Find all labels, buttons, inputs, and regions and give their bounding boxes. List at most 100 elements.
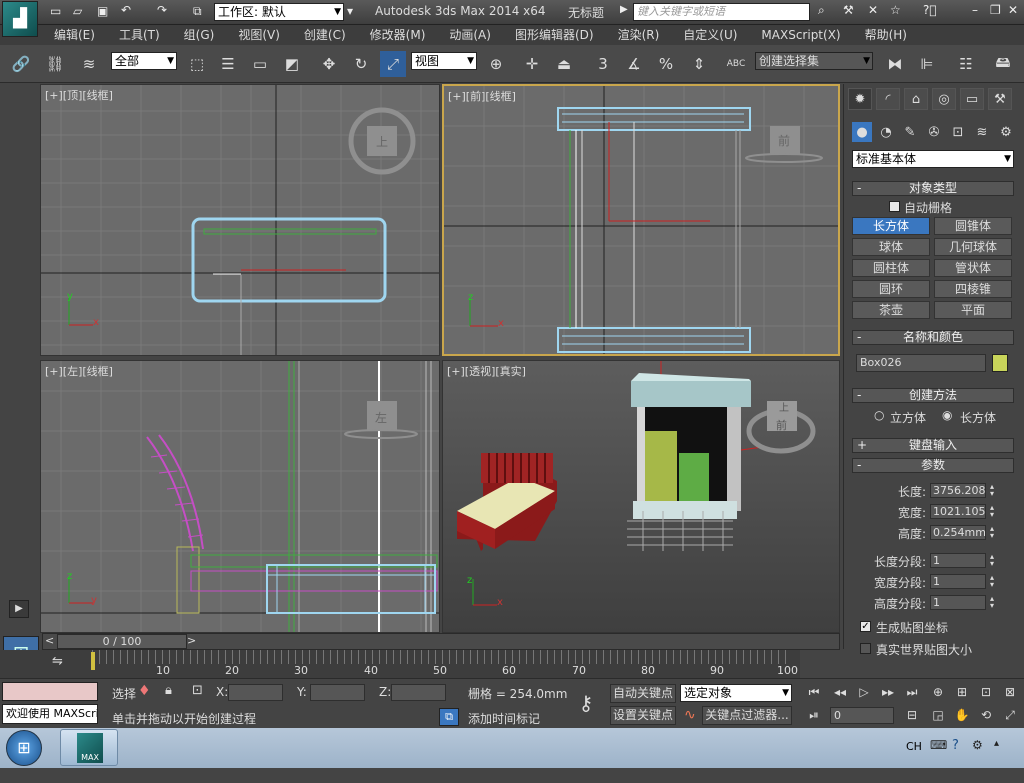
time-next-icon[interactable]: > bbox=[187, 634, 196, 647]
menu-edit[interactable]: 编辑(E) bbox=[42, 25, 107, 45]
tube-button[interactable]: 管状体 bbox=[934, 259, 1012, 277]
viewport-front-label[interactable]: [+][前][线框] bbox=[448, 88, 516, 104]
shapes-icon[interactable]: ◔ bbox=[876, 122, 896, 142]
modify-tab-icon[interactable]: ◜ bbox=[876, 88, 900, 110]
geosphere-button[interactable]: 几何球体 bbox=[934, 238, 1012, 256]
mini-curve-icon[interactable]: ⇋ bbox=[52, 654, 72, 672]
undo-icon[interactable]: ↶ bbox=[121, 3, 131, 17]
help-icon[interactable]: ?⃝ bbox=[923, 3, 937, 17]
workspace-dropdown[interactable]: 工作区: 默认 bbox=[214, 3, 344, 21]
autogrid-checkbox[interactable] bbox=[889, 201, 900, 212]
menu-help[interactable]: 帮助(H) bbox=[853, 25, 919, 45]
length-spinner-icon[interactable]: ▴ ▾ bbox=[988, 483, 996, 498]
start-button-icon[interactable]: ⊞ bbox=[6, 730, 42, 766]
geometry-icon[interactable]: ● bbox=[852, 122, 872, 142]
y-coord-field[interactable] bbox=[310, 684, 365, 701]
ref-coord-dropdown[interactable]: 视图 bbox=[411, 52, 477, 70]
keyboard-entry-rollout-header[interactable]: + 键盘输入 bbox=[852, 438, 1014, 453]
setkey-button[interactable]: 设置关键点 bbox=[610, 706, 676, 725]
time-prev-icon[interactable]: < bbox=[45, 634, 54, 647]
link-icon[interactable]: 🔗 bbox=[8, 51, 34, 77]
tray-expand-icon[interactable]: ▴ bbox=[994, 738, 999, 749]
viewcube-front-label[interactable]: 前 bbox=[778, 132, 790, 149]
next-frame-icon[interactable]: ▸▸ bbox=[878, 683, 898, 701]
binoculars-icon[interactable]: ⌕ bbox=[818, 3, 825, 18]
viewcube-persp-top-label[interactable]: 上 bbox=[779, 399, 789, 414]
length-segs-field[interactable]: 1 bbox=[930, 553, 986, 568]
real-world-checkbox[interactable] bbox=[860, 643, 871, 654]
goto-start-icon[interactable]: ⏮ bbox=[804, 683, 824, 701]
render-setup-icon[interactable]: 🖴 bbox=[990, 51, 1016, 77]
select-object-icon[interactable]: ⬚ bbox=[184, 51, 210, 77]
save-icon[interactable]: ▣ bbox=[97, 4, 108, 18]
menu-animation[interactable]: 动画(A) bbox=[437, 25, 503, 45]
display-tab-icon[interactable]: ▭ bbox=[960, 88, 984, 110]
selection-filter-dropdown[interactable]: 全部 bbox=[111, 52, 177, 70]
teapot-button[interactable]: 茶壶 bbox=[852, 301, 930, 319]
rect-selection-icon[interactable]: ▭ bbox=[247, 51, 273, 77]
lights-icon[interactable]: ✎ bbox=[900, 122, 920, 142]
z-coord-field[interactable] bbox=[391, 684, 446, 701]
key-mode-icon[interactable]: ⏯ bbox=[804, 706, 824, 724]
gen-map-checkbox[interactable]: ✓ bbox=[860, 621, 871, 632]
minimize-icon[interactable]: – bbox=[972, 3, 978, 17]
expand-arrow-icon[interactable]: ▶ bbox=[9, 600, 29, 618]
x-coord-field[interactable] bbox=[228, 684, 283, 701]
box-radio-icon[interactable]: ◉ bbox=[942, 408, 952, 422]
set-key-mode-icon[interactable]: ⚷ bbox=[566, 685, 606, 723]
pivot-center-icon[interactable]: ⊕ bbox=[483, 51, 509, 77]
box-button[interactable]: 长方体 bbox=[852, 217, 930, 235]
redo-icon[interactable]: ↷ bbox=[157, 3, 167, 17]
menu-tools[interactable]: 工具(T) bbox=[107, 25, 172, 45]
qat-menu-icon[interactable]: ▾ bbox=[347, 4, 353, 18]
width-segs-spinner-icon[interactable]: ▴ ▾ bbox=[988, 574, 996, 589]
viewport-perspective-label[interactable]: [+][透视][真实] bbox=[447, 363, 526, 379]
zoom-extents-all-icon[interactable]: ⊠ bbox=[1000, 683, 1020, 701]
plane-button[interactable]: 平面 bbox=[934, 301, 1012, 319]
spinner-snap-icon[interactable]: ⇕ bbox=[686, 51, 712, 77]
frame-indicator[interactable] bbox=[91, 652, 95, 670]
viewcube-persp-front-label[interactable]: 前 bbox=[776, 417, 787, 433]
maxscript-listener[interactable]: 欢迎使用 MAXScri bbox=[2, 704, 98, 724]
key-target-dropdown[interactable]: 选定对象 bbox=[680, 684, 792, 702]
width-segs-field[interactable]: 1 bbox=[930, 574, 986, 589]
spacewarps-icon[interactable]: ≋ bbox=[972, 122, 992, 142]
category-dropdown[interactable]: 标准基本体 bbox=[852, 150, 1014, 168]
taskbar-3dsmax-app[interactable]: MAX bbox=[60, 729, 118, 766]
move-icon[interactable]: ✥ bbox=[316, 51, 342, 77]
maximize-viewport-icon[interactable]: ⤢ bbox=[1000, 706, 1020, 724]
window-crossing-icon[interactable]: ◩ bbox=[279, 51, 305, 77]
parameters-rollout-header[interactable]: - 参数 bbox=[852, 458, 1014, 473]
name-color-rollout-header[interactable]: - 名称和颜色 bbox=[852, 330, 1014, 345]
menu-rendering[interactable]: 渲染(R) bbox=[606, 25, 672, 45]
cylinder-button[interactable]: 圆柱体 bbox=[852, 259, 930, 277]
time-tag-icon[interactable]: ⧉ bbox=[439, 708, 459, 726]
zoom-icon[interactable]: ⊕ bbox=[928, 683, 948, 701]
object-type-rollout-header[interactable]: - 对象类型 bbox=[852, 181, 1014, 196]
zoom-all-icon[interactable]: ⊞ bbox=[952, 683, 972, 701]
menu-modifiers[interactable]: 修改器(M) bbox=[358, 25, 438, 45]
add-time-tag[interactable]: 添加时间标记 bbox=[468, 710, 540, 727]
track-ruler[interactable] bbox=[92, 650, 792, 664]
height-segs-field[interactable]: 1 bbox=[930, 595, 986, 610]
width-spinner-icon[interactable]: ▴ ▾ bbox=[988, 504, 996, 519]
angle-snap-icon[interactable]: ∡ bbox=[621, 51, 647, 77]
viewport-perspective[interactable]: [+][透视][真实] 上 前 z x bbox=[442, 360, 840, 633]
layer-manager-icon[interactable]: ☷ bbox=[953, 51, 979, 77]
keyboard-shortcut-icon[interactable]: ⏏ bbox=[551, 51, 577, 77]
search-input[interactable]: 键入关键字或短语 bbox=[633, 3, 810, 21]
orbit-icon[interactable]: ⟲ bbox=[976, 706, 996, 724]
cameras-icon[interactable]: ✇ bbox=[924, 122, 944, 142]
menu-group[interactable]: 组(G) bbox=[172, 25, 227, 45]
menu-views[interactable]: 视图(V) bbox=[226, 25, 292, 45]
communication-icon[interactable]: ✕ bbox=[868, 3, 878, 17]
cone-button[interactable]: 圆锥体 bbox=[934, 217, 1012, 235]
time-slider[interactable]: < 0 / 100 > bbox=[42, 633, 840, 650]
pyramid-button[interactable]: 四棱锥 bbox=[934, 280, 1012, 298]
menu-graph-editors[interactable]: 图形编辑器(D) bbox=[503, 25, 606, 45]
named-selection-dropdown[interactable]: 创建选择集 bbox=[755, 52, 873, 70]
motion-tab-icon[interactable]: ◎ bbox=[932, 88, 956, 110]
help-tray-icon[interactable]: ? bbox=[952, 738, 959, 753]
viewport-front[interactable]: [+][前][线框] 前 z x bbox=[442, 84, 840, 356]
prev-frame-icon[interactable]: ◂◂ bbox=[830, 683, 850, 701]
